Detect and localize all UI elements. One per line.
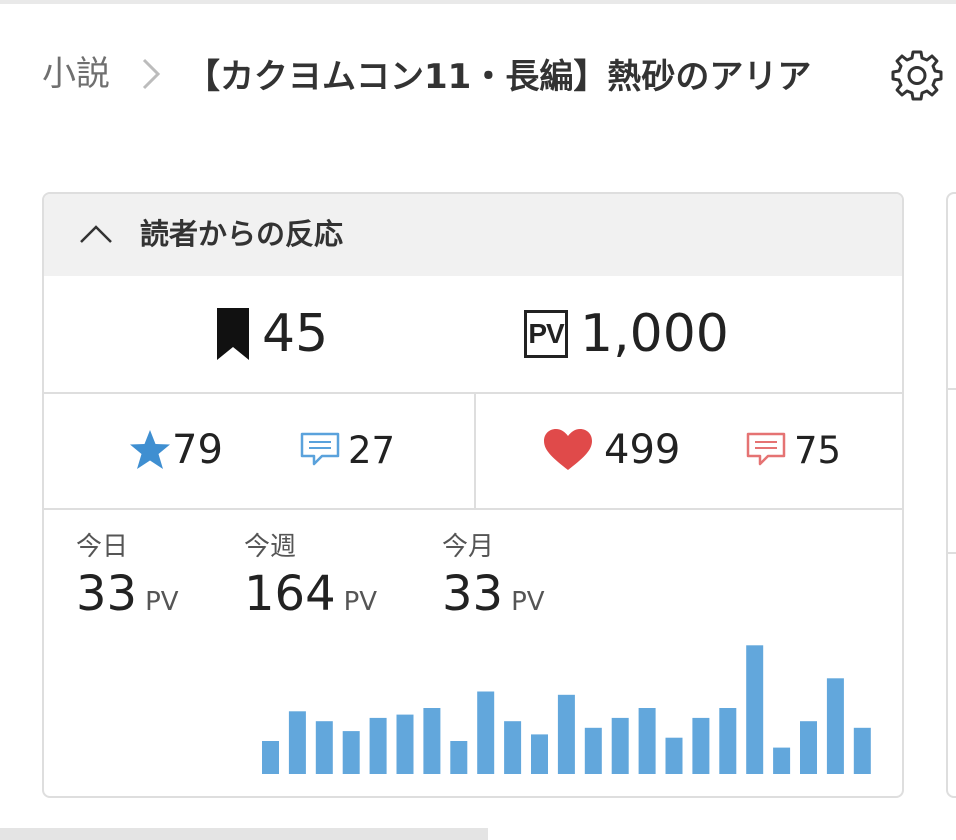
star-icon <box>130 430 170 469</box>
star-stat: 79 <box>128 392 223 508</box>
gear-icon[interactable] <box>890 48 944 102</box>
bookmark-stat: 45 <box>216 276 328 392</box>
chart-bar <box>342 731 360 774</box>
chart-bar <box>262 741 279 774</box>
pv-month-value: 33 <box>442 566 504 622</box>
comment-icon <box>746 432 786 466</box>
pv-unit: PV <box>343 587 378 617</box>
pv-week-label: 今週 <box>244 532 297 562</box>
pv-icon: PV <box>524 310 568 358</box>
chart-bar <box>719 708 737 774</box>
pv-unit: PV <box>511 587 545 617</box>
comment-icon <box>300 432 340 466</box>
chart-bar <box>288 711 306 774</box>
breadcrumb-root-link[interactable]: 小説 <box>42 52 110 96</box>
chart-bar <box>853 727 871 774</box>
pv-week: 今週 164 PV <box>244 530 377 632</box>
next-card-divider <box>948 388 956 390</box>
chart-bar <box>423 708 441 774</box>
bookmark-count: 45 <box>262 304 329 364</box>
pv-today-label: 今日 <box>76 532 129 562</box>
chart-bar <box>531 734 548 774</box>
pv-total-stat: PV 1,000 <box>524 276 729 392</box>
chevron-right-icon <box>142 58 161 90</box>
top-divider <box>0 0 956 4</box>
star-review-stat: 27 <box>300 392 395 508</box>
chart-bar <box>665 737 683 774</box>
chart-bar <box>396 714 414 774</box>
pv-today: 今日 33 PV <box>76 530 179 632</box>
reactions-card: 読者からの反応 45 PV 1,000 79 27 499 75 今日 33 P… <box>42 192 904 798</box>
chart-bar <box>638 708 656 774</box>
pv-today-value: 33 <box>76 566 138 622</box>
pv-month: 今月 33 PV <box>442 530 545 632</box>
heart-review-stat: 75 <box>746 392 841 508</box>
pv-total-count: 1,000 <box>580 304 729 364</box>
bottom-scrollbar[interactable] <box>0 828 488 840</box>
chart-bar <box>504 721 522 774</box>
pv-unit: PV <box>145 587 179 617</box>
chart-bar <box>450 741 468 774</box>
page-title: 【カクヨムコン11・長編】熱砂のアリア <box>186 57 812 97</box>
chart-bar <box>477 691 495 774</box>
pv-bar-chart <box>262 645 871 774</box>
chart-bar <box>773 747 791 774</box>
ratings-row: 79 27 499 75 <box>44 392 902 510</box>
star-comment-count: 27 <box>348 428 396 472</box>
chart-bar <box>800 721 817 774</box>
heart-comment-count: 75 <box>794 428 842 472</box>
reactions-title: 読者からの反応 <box>140 217 344 251</box>
chart-bar <box>584 727 602 774</box>
next-card-edge <box>946 192 956 798</box>
ratings-divider <box>474 392 476 508</box>
bookmark-icon <box>217 308 249 360</box>
pv-month-label: 今月 <box>442 532 495 562</box>
chart-bar <box>746 645 764 774</box>
next-card-divider <box>948 552 956 554</box>
chart-bar <box>692 717 710 774</box>
chart-bar <box>611 717 629 774</box>
chart-bar <box>369 717 387 774</box>
star-count: 79 <box>172 427 223 473</box>
heart-count: 499 <box>604 427 681 473</box>
chart-bar <box>315 721 333 774</box>
totals-row: 45 PV 1,000 <box>44 276 902 394</box>
reactions-card-header[interactable]: 読者からの反応 <box>44 194 902 276</box>
chevron-up-icon[interactable] <box>78 220 114 246</box>
chart-bar <box>557 694 575 774</box>
chart-bar <box>826 678 844 774</box>
pv-week-value: 164 <box>244 566 336 622</box>
heart-stat: 499 <box>542 392 680 508</box>
heart-icon <box>544 429 592 470</box>
